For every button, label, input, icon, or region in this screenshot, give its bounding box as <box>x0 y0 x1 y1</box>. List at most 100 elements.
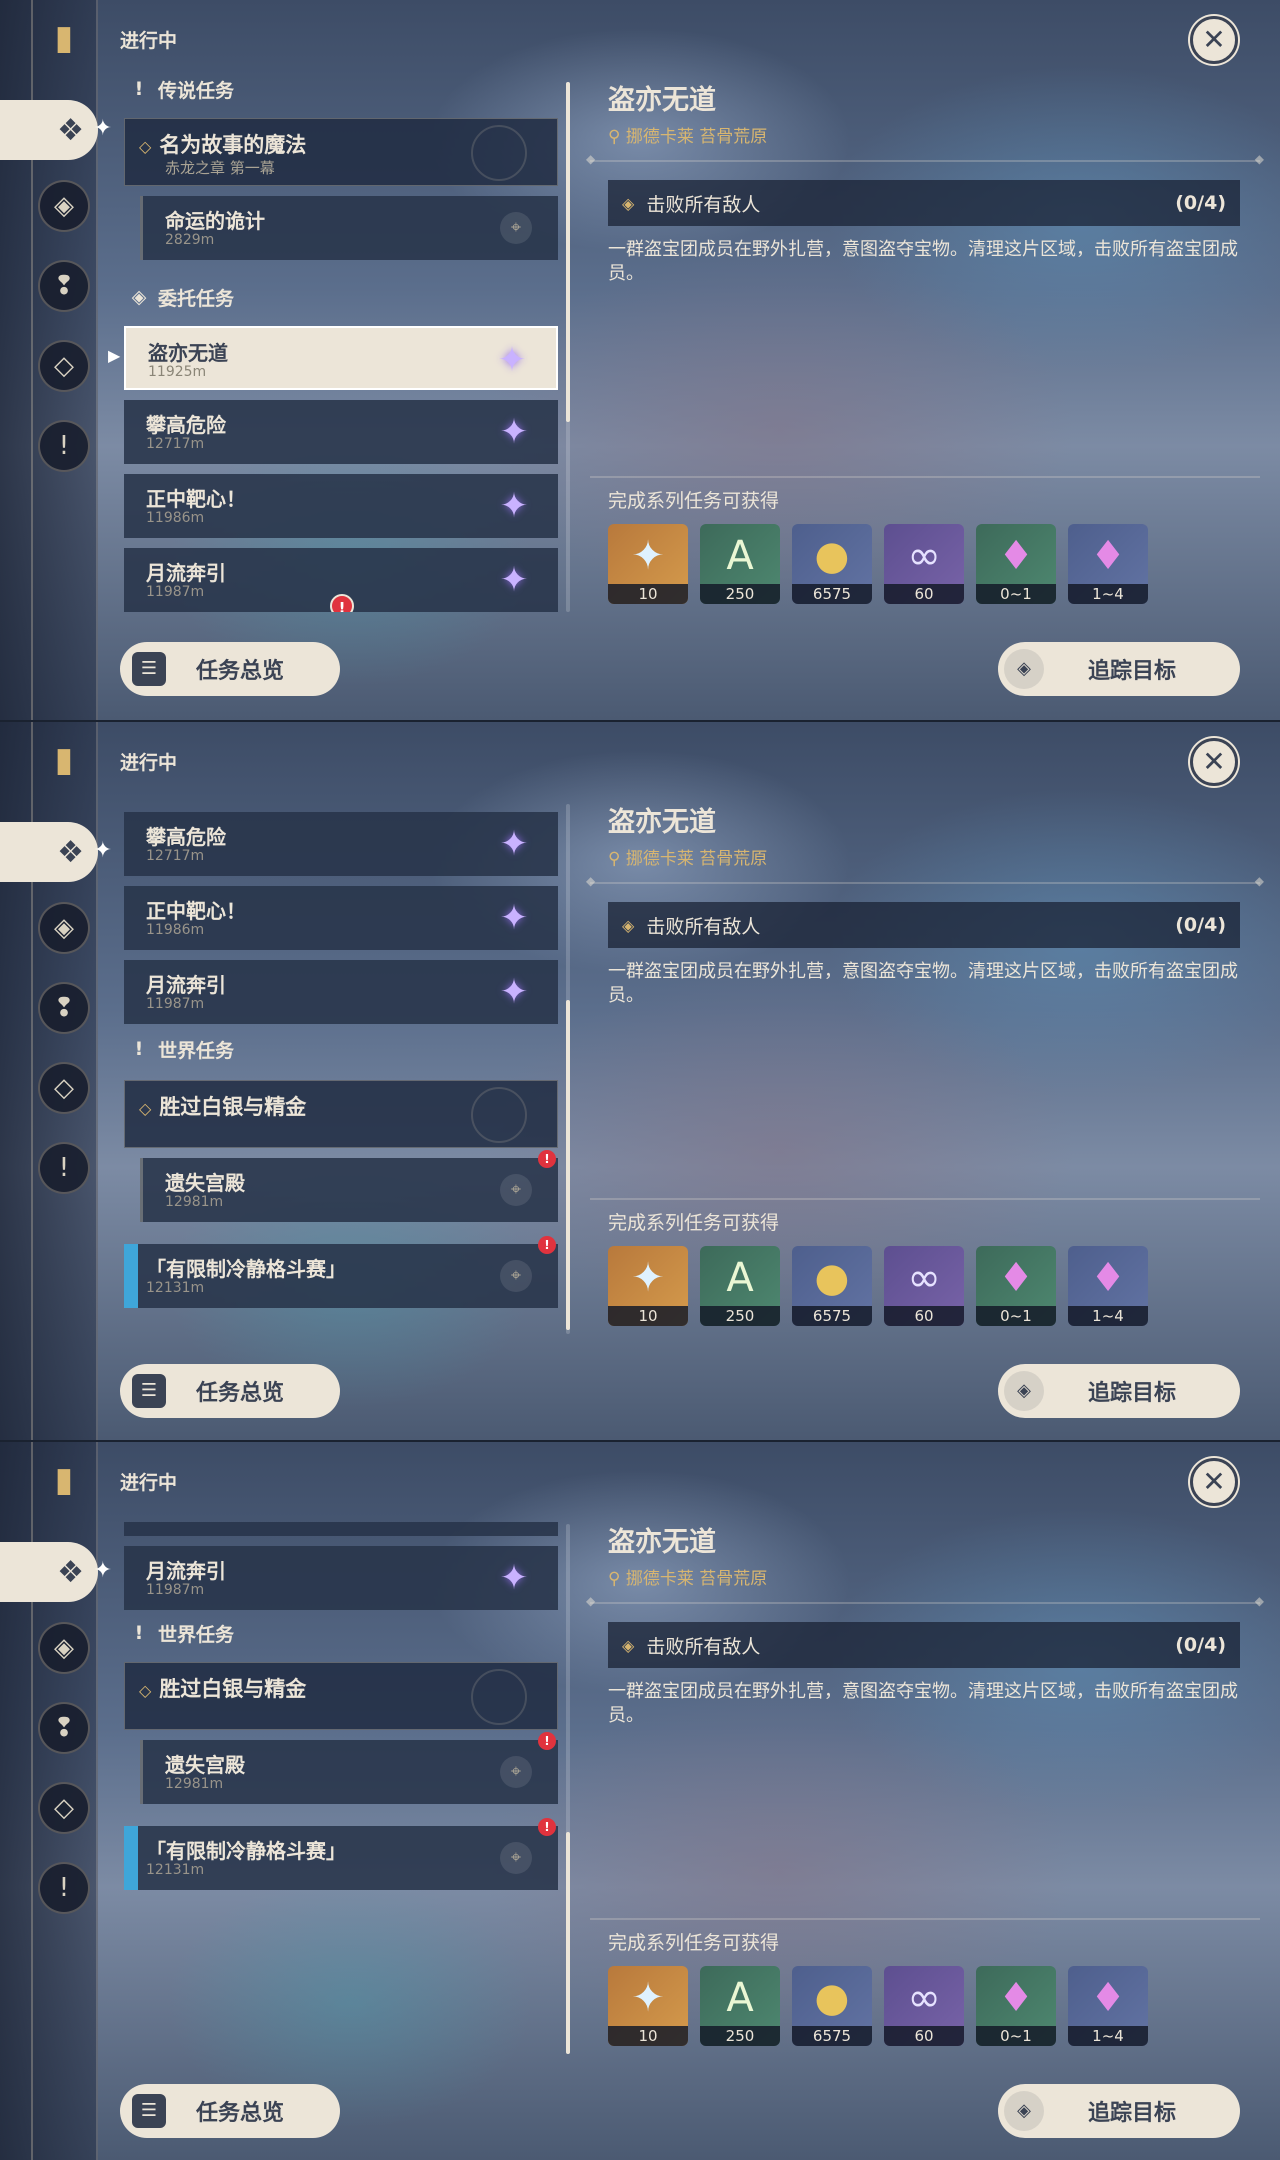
quest-list-scrollbar[interactable] <box>566 804 570 1334</box>
bookmark-icon[interactable]: ▮ <box>38 12 90 64</box>
scroll-thumb[interactable] <box>566 1832 570 2054</box>
reward-item[interactable]: ∞ 60 <box>884 1246 964 1326</box>
legend-quest-tab[interactable]: ❢ <box>38 1702 90 1754</box>
commission-category-tab[interactable]: ❖ ✦ <box>0 822 112 882</box>
reward-item[interactable]: ♦ 1~4 <box>1068 1966 1148 2046</box>
location-pin-icon[interactable]: ⌖ <box>500 1842 532 1874</box>
quest-card[interactable]: 正中靶心！ 11986m ✦ <box>124 1522 558 1536</box>
scroll-thumb[interactable] <box>566 1000 570 1330</box>
rail-edge <box>96 0 98 720</box>
archon-quest-tab[interactable]: ◈ <box>38 180 90 232</box>
location-pin-icon[interactable]: ⌖ <box>500 212 532 244</box>
track-quest-button[interactable]: ◈ 追踪目标 <box>998 2084 1240 2138</box>
reward-item[interactable]: ♦ 1~4 <box>1068 1246 1148 1326</box>
commission-icon: ❖ <box>57 112 84 148</box>
quest-description: 一群盗宝团成员在野外扎营，意图盗夺宝物。清理这片区域，击败所有盗宝团成员。 <box>608 961 1238 1006</box>
world-group-card[interactable]: ◇ 胜过白银与精金 <box>124 1662 558 1730</box>
quest-list-scrollbar[interactable] <box>566 82 570 612</box>
quest-card[interactable]: 正中靶心！ 11986m ✦ <box>124 474 558 538</box>
quest-card[interactable]: 正中靶心！ 11986m ✦ <box>124 886 558 950</box>
close-icon[interactable]: ✕ <box>1190 1458 1238 1506</box>
in-progress-label: 进行中 <box>120 752 178 774</box>
reward-item[interactable]: ● 6575 <box>792 524 872 604</box>
world-group-card[interactable]: ◇ 胜过白银与精金 <box>124 1080 558 1148</box>
reward-item[interactable]: A 250 <box>700 1246 780 1326</box>
quest-overview-button[interactable]: ☰ 任务总览 <box>120 2084 340 2138</box>
section-label: 世界任务 <box>158 1623 235 1646</box>
reward-item[interactable]: A 250 <box>700 1966 780 2046</box>
quest-title: 正中靶心！ <box>146 487 246 511</box>
quest-overview-button[interactable]: ☰ 任务总览 <box>120 1364 340 1418</box>
event-quest-tab[interactable]: ◇ <box>38 1062 90 1114</box>
quest-card[interactable]: 攀高危险 12717m ✦ <box>124 812 558 876</box>
world-quest-tab[interactable]: ! <box>38 1142 90 1194</box>
quest-card-selected[interactable]: 盗亦无道 11925m ✦ <box>124 326 558 390</box>
commission-star-icon: ✦ <box>499 824 529 864</box>
reward-item[interactable]: ∞ 60 <box>884 1966 964 2046</box>
selection-arrow-icon: ▶ <box>108 346 121 365</box>
commission-icon: ❖ <box>57 834 84 870</box>
reward-item[interactable]: ♦ 0~1 <box>976 1966 1056 2046</box>
event-quest-tab[interactable]: ◇ <box>38 1782 90 1834</box>
reward-item[interactable]: ♦ 1~4 <box>1068 524 1148 604</box>
group-title-text: 胜过白银与精金 <box>159 1095 307 1119</box>
scroll-thumb[interactable] <box>566 82 570 422</box>
location-text: 挪德卡莱 苔骨荒原 <box>625 849 768 869</box>
archon-quest-tab[interactable]: ◈ <box>38 902 90 954</box>
quest-overview-button[interactable]: ☰ 任务总览 <box>120 642 340 696</box>
quest-card[interactable]: 月流奔引 11987m ✦ ! <box>124 548 558 612</box>
reward-count: 1~4 <box>1068 584 1148 604</box>
reward-item[interactable]: ✦ 10 <box>608 1246 688 1326</box>
reward-item[interactable]: ● 6575 <box>792 1966 872 2046</box>
quest-card[interactable]: 月流奔引 11987m ✦ <box>124 1546 558 1610</box>
track-quest-button[interactable]: ◈ 追踪目标 <box>998 1364 1240 1418</box>
location-pin-icon[interactable]: ⌖ <box>500 1756 532 1788</box>
commission-category-tab[interactable]: ❖ ✦ <box>0 1542 112 1602</box>
location-pin-icon[interactable]: ⌖ <box>500 1174 532 1206</box>
legend-section-header: ! 传说任务 <box>130 74 234 104</box>
mora-icon: ● <box>814 533 850 579</box>
quest-card-world-sub[interactable]: 遗失宫殿 12981m ⌖ ! <box>140 1732 558 1804</box>
commission-category-tab[interactable]: ❖ ✦ <box>0 100 112 160</box>
location-pin-icon[interactable]: ⌖ <box>500 1260 532 1292</box>
bookmark-icon[interactable]: ▮ <box>38 1454 90 1506</box>
reward-item[interactable]: ♦ 0~1 <box>976 1246 1056 1326</box>
reward-item[interactable]: A 250 <box>700 524 780 604</box>
quest-list[interactable]: ! 传说任务 ◇ 名为故事的魔法 赤龙之章 第一幕 命运的诡计 2829m ⌖ ◈ 委… <box>120 72 560 612</box>
quest-card-world-sub[interactable]: 遗失宫殿 12981m ⌖ ! <box>140 1150 558 1222</box>
quest-card[interactable]: 攀高危险 12717m ✦ <box>124 400 558 464</box>
quest-list-scrollbar[interactable] <box>566 1524 570 2054</box>
quest-location: ⚲ 挪德卡莱 苔骨荒原 <box>608 122 767 147</box>
quest-list[interactable]: 攀高危险 12717m ✦ 正中靶心！ 11986m ✦ 月流奔引 11987m… <box>120 794 560 1334</box>
primogem-icon: ✦ <box>631 1975 665 2021</box>
reward-count: 250 <box>700 584 780 604</box>
reward-item[interactable]: ♦ 0~1 <box>976 524 1056 604</box>
reward-item[interactable]: ✦ 10 <box>608 524 688 604</box>
chapter-emblem-icon <box>471 125 527 181</box>
world-quest-tab[interactable]: ! <box>38 1862 90 1914</box>
legend-quest-tab[interactable]: ❢ <box>38 982 90 1034</box>
quest-distance: 12981m <box>165 1776 224 1792</box>
quest-distance: 12131m <box>146 1862 205 1878</box>
quest-card[interactable]: 月流奔引 11987m ✦ <box>124 960 558 1024</box>
quest-distance: 11987m <box>146 1582 205 1598</box>
quest-card-legend-sub[interactable]: 命运的诡计 2829m ⌖ <box>140 196 558 260</box>
quest-list[interactable]: 正中靶心！ 11986m ✦ 月流奔引 11987m ✦ ! 世界任务 ◇ 胜过白银… <box>120 1522 560 2054</box>
track-diamond-icon: ◈ <box>1004 649 1044 689</box>
quest-card-world[interactable]: 「有限制冷静格斗赛」 12131m ⌖ ! <box>124 1818 558 1890</box>
archon-quest-tab[interactable]: ◈ <box>38 1622 90 1674</box>
close-icon[interactable]: ✕ <box>1190 16 1238 64</box>
track-quest-button[interactable]: ◈ 追踪目标 <box>998 642 1240 696</box>
section-label: 委托任务 <box>158 287 235 310</box>
event-quest-tab[interactable]: ◇ <box>38 340 90 392</box>
reward-item[interactable]: ● 6575 <box>792 1246 872 1326</box>
legend-quest-tab[interactable]: ❢ <box>38 260 90 312</box>
world-quest-tab[interactable]: ! <box>38 420 90 472</box>
close-icon[interactable]: ✕ <box>1190 738 1238 786</box>
quest-card-world[interactable]: 「有限制冷静格斗赛」 12131m ⌖ ! <box>124 1236 558 1308</box>
reward-item[interactable]: ✦ 10 <box>608 1966 688 2046</box>
diamond-icon: ◇ <box>139 1099 152 1118</box>
reward-item[interactable]: ∞ 60 <box>884 524 964 604</box>
legend-group-card[interactable]: ◇ 名为故事的魔法 赤龙之章 第一幕 <box>124 118 558 186</box>
bookmark-icon[interactable]: ▮ <box>38 734 90 786</box>
